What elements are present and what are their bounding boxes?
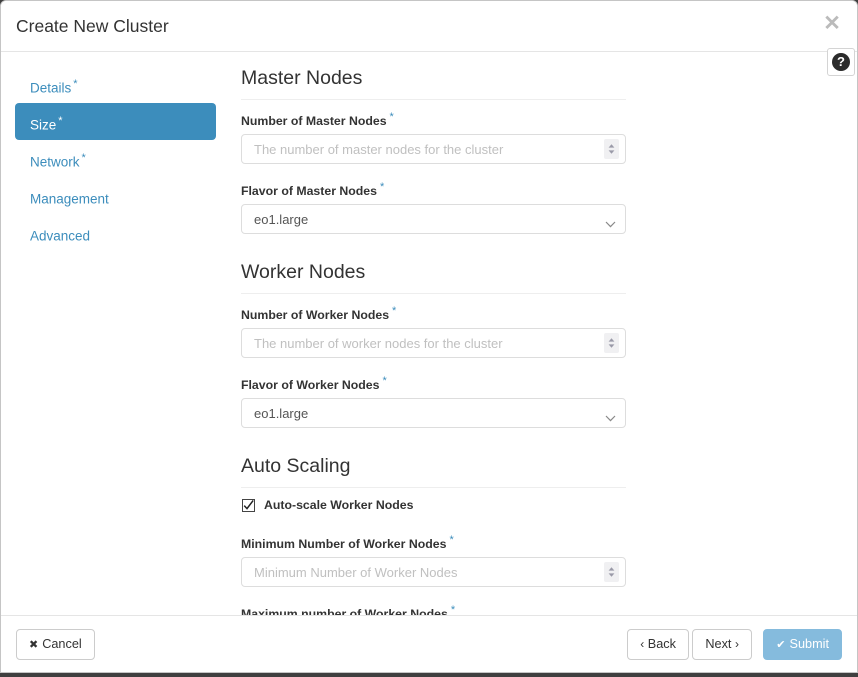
checkbox-checked-icon[interactable] <box>241 498 255 512</box>
size-form-pane: Master Nodes Number of Master Nodes* <box>230 52 857 615</box>
sidebar-item-label: Size <box>30 118 56 133</box>
chevron-right-icon: › <box>735 637 739 651</box>
wizard-step-nav: Details* Size* Network* Management Advan… <box>1 52 230 615</box>
master-node-count-input[interactable] <box>241 134 626 164</box>
submit-button-label: Submit <box>790 637 830 651</box>
sidebar-item-label: Management <box>30 192 109 207</box>
min-worker-nodes-stepper[interactable] <box>604 562 619 582</box>
required-asterisk: * <box>58 115 62 127</box>
sidebar-item-label: Advanced <box>30 229 90 244</box>
master-node-flavor-select[interactable]: eo1.large <box>241 204 626 234</box>
close-icon[interactable]: ✕ <box>821 13 843 35</box>
sidebar-item-details[interactable]: Details* <box>15 66 216 103</box>
submit-button[interactable]: ✔ Submit <box>763 629 842 660</box>
label-master-node-flavor: Flavor of Master Nodes* <box>241 179 626 199</box>
dialog-body: Details* Size* Network* Management Advan… <box>1 52 857 615</box>
section-heading-worker-nodes: Worker Nodes <box>241 260 626 294</box>
required-asterisk: * <box>380 181 384 193</box>
master-node-count-stepper[interactable] <box>604 139 619 159</box>
stepper-chevrons-icon <box>607 566 616 578</box>
field-group-worker-node-count: Number of Worker Nodes* <box>241 303 626 358</box>
label-text: Minimum Number of Worker Nodes <box>241 537 446 551</box>
field-group-min-worker-nodes: Minimum Number of Worker Nodes* <box>241 532 626 587</box>
label-master-node-count: Number of Master Nodes* <box>241 109 626 129</box>
sidebar-item-label: Network <box>30 155 80 170</box>
cancel-button-label: Cancel <box>42 637 82 651</box>
autoscale-checkbox-row[interactable]: Auto-scale Worker Nodes <box>241 497 626 513</box>
back-button[interactable]: ‹ Back <box>627 629 689 660</box>
label-text: Flavor of Master Nodes <box>241 184 377 198</box>
field-group-master-node-flavor: Flavor of Master Nodes* eo1.large <box>241 179 626 234</box>
cancel-button[interactable]: ✖ Cancel <box>16 629 95 660</box>
required-asterisk: * <box>451 604 455 615</box>
sidebar-item-size[interactable]: Size* <box>15 103 216 140</box>
label-min-worker-nodes: Minimum Number of Worker Nodes* <box>241 532 626 552</box>
next-button-label: Next <box>705 637 731 651</box>
worker-node-count-input[interactable] <box>241 328 626 358</box>
create-cluster-dialog: Create New Cluster ✕ ? Details* Size* Ne… <box>0 0 858 673</box>
stepper-chevrons-icon <box>607 337 616 349</box>
dialog-title: Create New Cluster <box>16 16 169 37</box>
required-asterisk: * <box>390 111 394 123</box>
stepper-chevrons-icon <box>607 143 616 155</box>
dialog-footer: ✖ Cancel ‹ Back Next › ✔ Submit <box>1 615 857 673</box>
worker-node-count-stepper[interactable] <box>604 333 619 353</box>
required-asterisk: * <box>449 534 453 546</box>
required-asterisk: * <box>73 78 77 90</box>
label-worker-node-count: Number of Worker Nodes* <box>241 303 626 323</box>
field-group-worker-node-flavor: Flavor of Worker Nodes* eo1.large <box>241 373 626 428</box>
dialog-header: Create New Cluster ✕ <box>1 1 857 52</box>
required-asterisk: * <box>392 305 396 317</box>
sidebar-item-advanced[interactable]: Advanced <box>15 214 216 251</box>
sidebar-item-management[interactable]: Management <box>15 177 216 214</box>
min-worker-nodes-input[interactable] <box>241 557 626 587</box>
help-button[interactable]: ? <box>827 48 855 76</box>
back-button-label: Back <box>648 637 676 651</box>
sidebar-item-network[interactable]: Network* <box>15 140 216 177</box>
help-question-icon: ? <box>832 53 850 71</box>
label-text: Number of Worker Nodes <box>241 308 389 322</box>
label-text: Number of Master Nodes <box>241 114 387 128</box>
label-worker-node-flavor: Flavor of Worker Nodes* <box>241 373 626 393</box>
required-asterisk: * <box>82 152 86 164</box>
next-button[interactable]: Next › <box>692 629 752 660</box>
sidebar-item-label: Details <box>30 81 71 96</box>
required-asterisk: * <box>382 375 386 387</box>
section-heading-auto-scaling: Auto Scaling <box>241 454 626 488</box>
worker-node-flavor-select[interactable]: eo1.large <box>241 398 626 428</box>
field-group-master-node-count: Number of Master Nodes* <box>241 109 626 164</box>
close-x-icon: ✖ <box>29 639 38 651</box>
section-heading-master-nodes: Master Nodes <box>241 66 626 100</box>
label-text: Flavor of Worker Nodes <box>241 378 379 392</box>
label-max-worker-nodes: Maximum number of Worker Nodes* <box>241 602 626 615</box>
label-text: Maximum number of Worker Nodes <box>241 608 448 615</box>
field-group-max-worker-nodes: Maximum number of Worker Nodes* <box>241 602 626 615</box>
chevron-left-icon: ‹ <box>640 637 644 651</box>
autoscale-checkbox-label[interactable]: Auto-scale Worker Nodes <box>264 497 413 513</box>
check-icon: ✔ <box>776 639 785 651</box>
